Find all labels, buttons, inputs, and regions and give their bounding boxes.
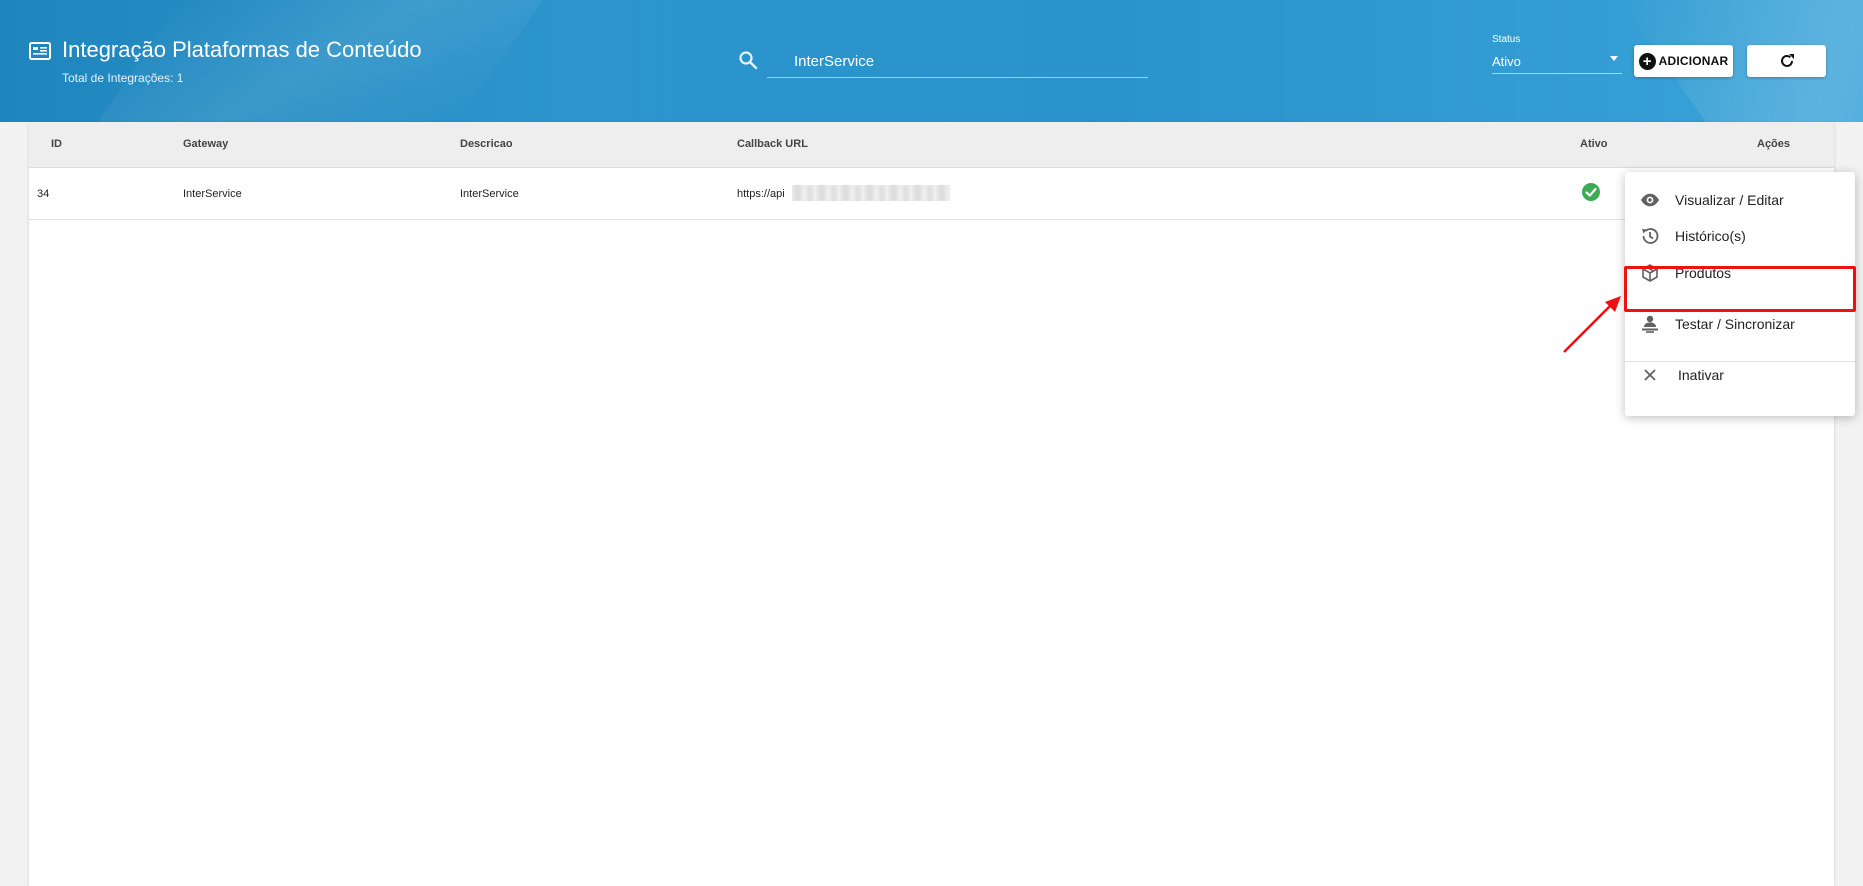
column-header-acoes: Ações	[1757, 138, 1791, 150]
column-header-gateway[interactable]: Gateway	[183, 138, 228, 150]
person-sync-icon	[1642, 315, 1658, 333]
status-filter-label: Status	[1492, 34, 1521, 45]
table-header: ID Gateway Descricao Callback URL Ativo …	[29, 122, 1834, 168]
status-filter-select[interactable]: Ativo	[1492, 50, 1622, 74]
cell-gateway: InterService	[183, 188, 242, 200]
cell-descricao: InterService	[460, 188, 519, 200]
search-input[interactable]	[767, 46, 1148, 78]
column-header-id[interactable]: ID	[51, 138, 62, 150]
menu-item-label: Testar / Sincronizar	[1675, 316, 1795, 332]
menu-item-label: Inativar	[1678, 367, 1724, 383]
history-icon	[1642, 228, 1659, 244]
integration-list-icon	[29, 42, 51, 60]
annotation-arrow-icon	[1563, 296, 1621, 353]
refresh-icon	[1780, 54, 1794, 67]
integration-count: Total de Integrações: 1	[62, 71, 184, 85]
menu-item-label: Histórico(s)	[1675, 228, 1746, 244]
refresh-button[interactable]	[1747, 45, 1826, 77]
cell-id: 34	[37, 188, 50, 200]
add-button[interactable]: + ADICIONAR	[1634, 45, 1733, 77]
table-row[interactable]: 34 InterService InterService https://api	[29, 168, 1834, 220]
menu-item-historico[interactable]: Histórico(s)	[1625, 215, 1855, 257]
column-header-callback-url[interactable]: Callback URL	[737, 138, 808, 150]
search-icon	[739, 51, 758, 70]
page-title: Integração Plataformas de Conteúdo	[62, 37, 422, 62]
menu-item-label: Visualizar / Editar	[1675, 192, 1784, 208]
chevron-down-icon	[1610, 56, 1618, 61]
active-check-icon	[1582, 183, 1600, 201]
add-button-label: ADICIONAR	[1658, 54, 1729, 68]
page-header: Integração Plataformas de Conteúdo Total…	[0, 0, 1863, 122]
status-selected-value: Ativo	[1492, 54, 1521, 69]
column-header-ativo[interactable]: Ativo	[1580, 138, 1608, 150]
column-header-descricao[interactable]: Descricao	[460, 138, 513, 150]
redacted-url-blur	[792, 185, 950, 201]
integrations-table: ID Gateway Descricao Callback URL Ativo …	[29, 122, 1834, 886]
add-circle-icon: +	[1638, 52, 1656, 70]
eye-icon	[1641, 193, 1659, 207]
menu-item-inativar[interactable]: Inativar	[1625, 354, 1855, 396]
cell-callback-url: https://api	[737, 188, 785, 200]
highlight-box	[1624, 266, 1856, 312]
close-icon	[1644, 369, 1656, 381]
